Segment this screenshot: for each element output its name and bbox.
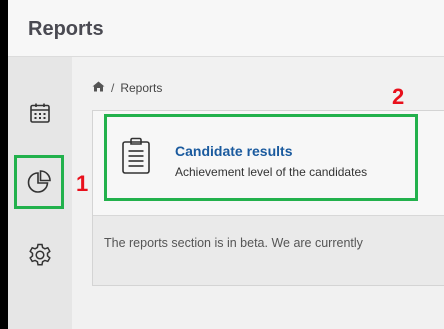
card-title[interactable]: Candidate results: [175, 143, 292, 159]
candidate-results-card[interactable]: Candidate results Achievement level of t…: [104, 114, 418, 201]
app-title: Reports: [28, 18, 104, 40]
home-icon[interactable]: [92, 81, 105, 95]
sidebar-item-calendar[interactable]: [14, 87, 66, 139]
breadcrumb-current: Reports: [120, 81, 163, 95]
breadcrumb-separator: /: [111, 81, 115, 95]
top-bar: Reports: [8, 0, 444, 57]
gear-icon: [27, 242, 53, 268]
annotation-number-2: 2: [392, 84, 405, 109]
pie-chart-icon: [26, 169, 52, 195]
reports-panel: Candidate results Achievement level of t…: [92, 110, 444, 286]
sidebar: [8, 57, 72, 329]
sidebar-item-reports[interactable]: [14, 155, 64, 209]
card-subtitle: Achievement level of the candidates: [175, 165, 368, 179]
calendar-icon: [28, 101, 52, 125]
main-content: / Reports Candidate results Achievement …: [72, 57, 444, 329]
beta-notice: The reports section is in beta. We are c…: [104, 236, 363, 250]
clipboard-icon: [121, 137, 151, 180]
sidebar-item-settings[interactable]: [14, 229, 66, 281]
annotation-number-1: 1: [76, 171, 89, 196]
breadcrumb: / Reports: [92, 81, 162, 95]
app-window: Reports / Reports Candidate results Achi…: [8, 0, 444, 329]
